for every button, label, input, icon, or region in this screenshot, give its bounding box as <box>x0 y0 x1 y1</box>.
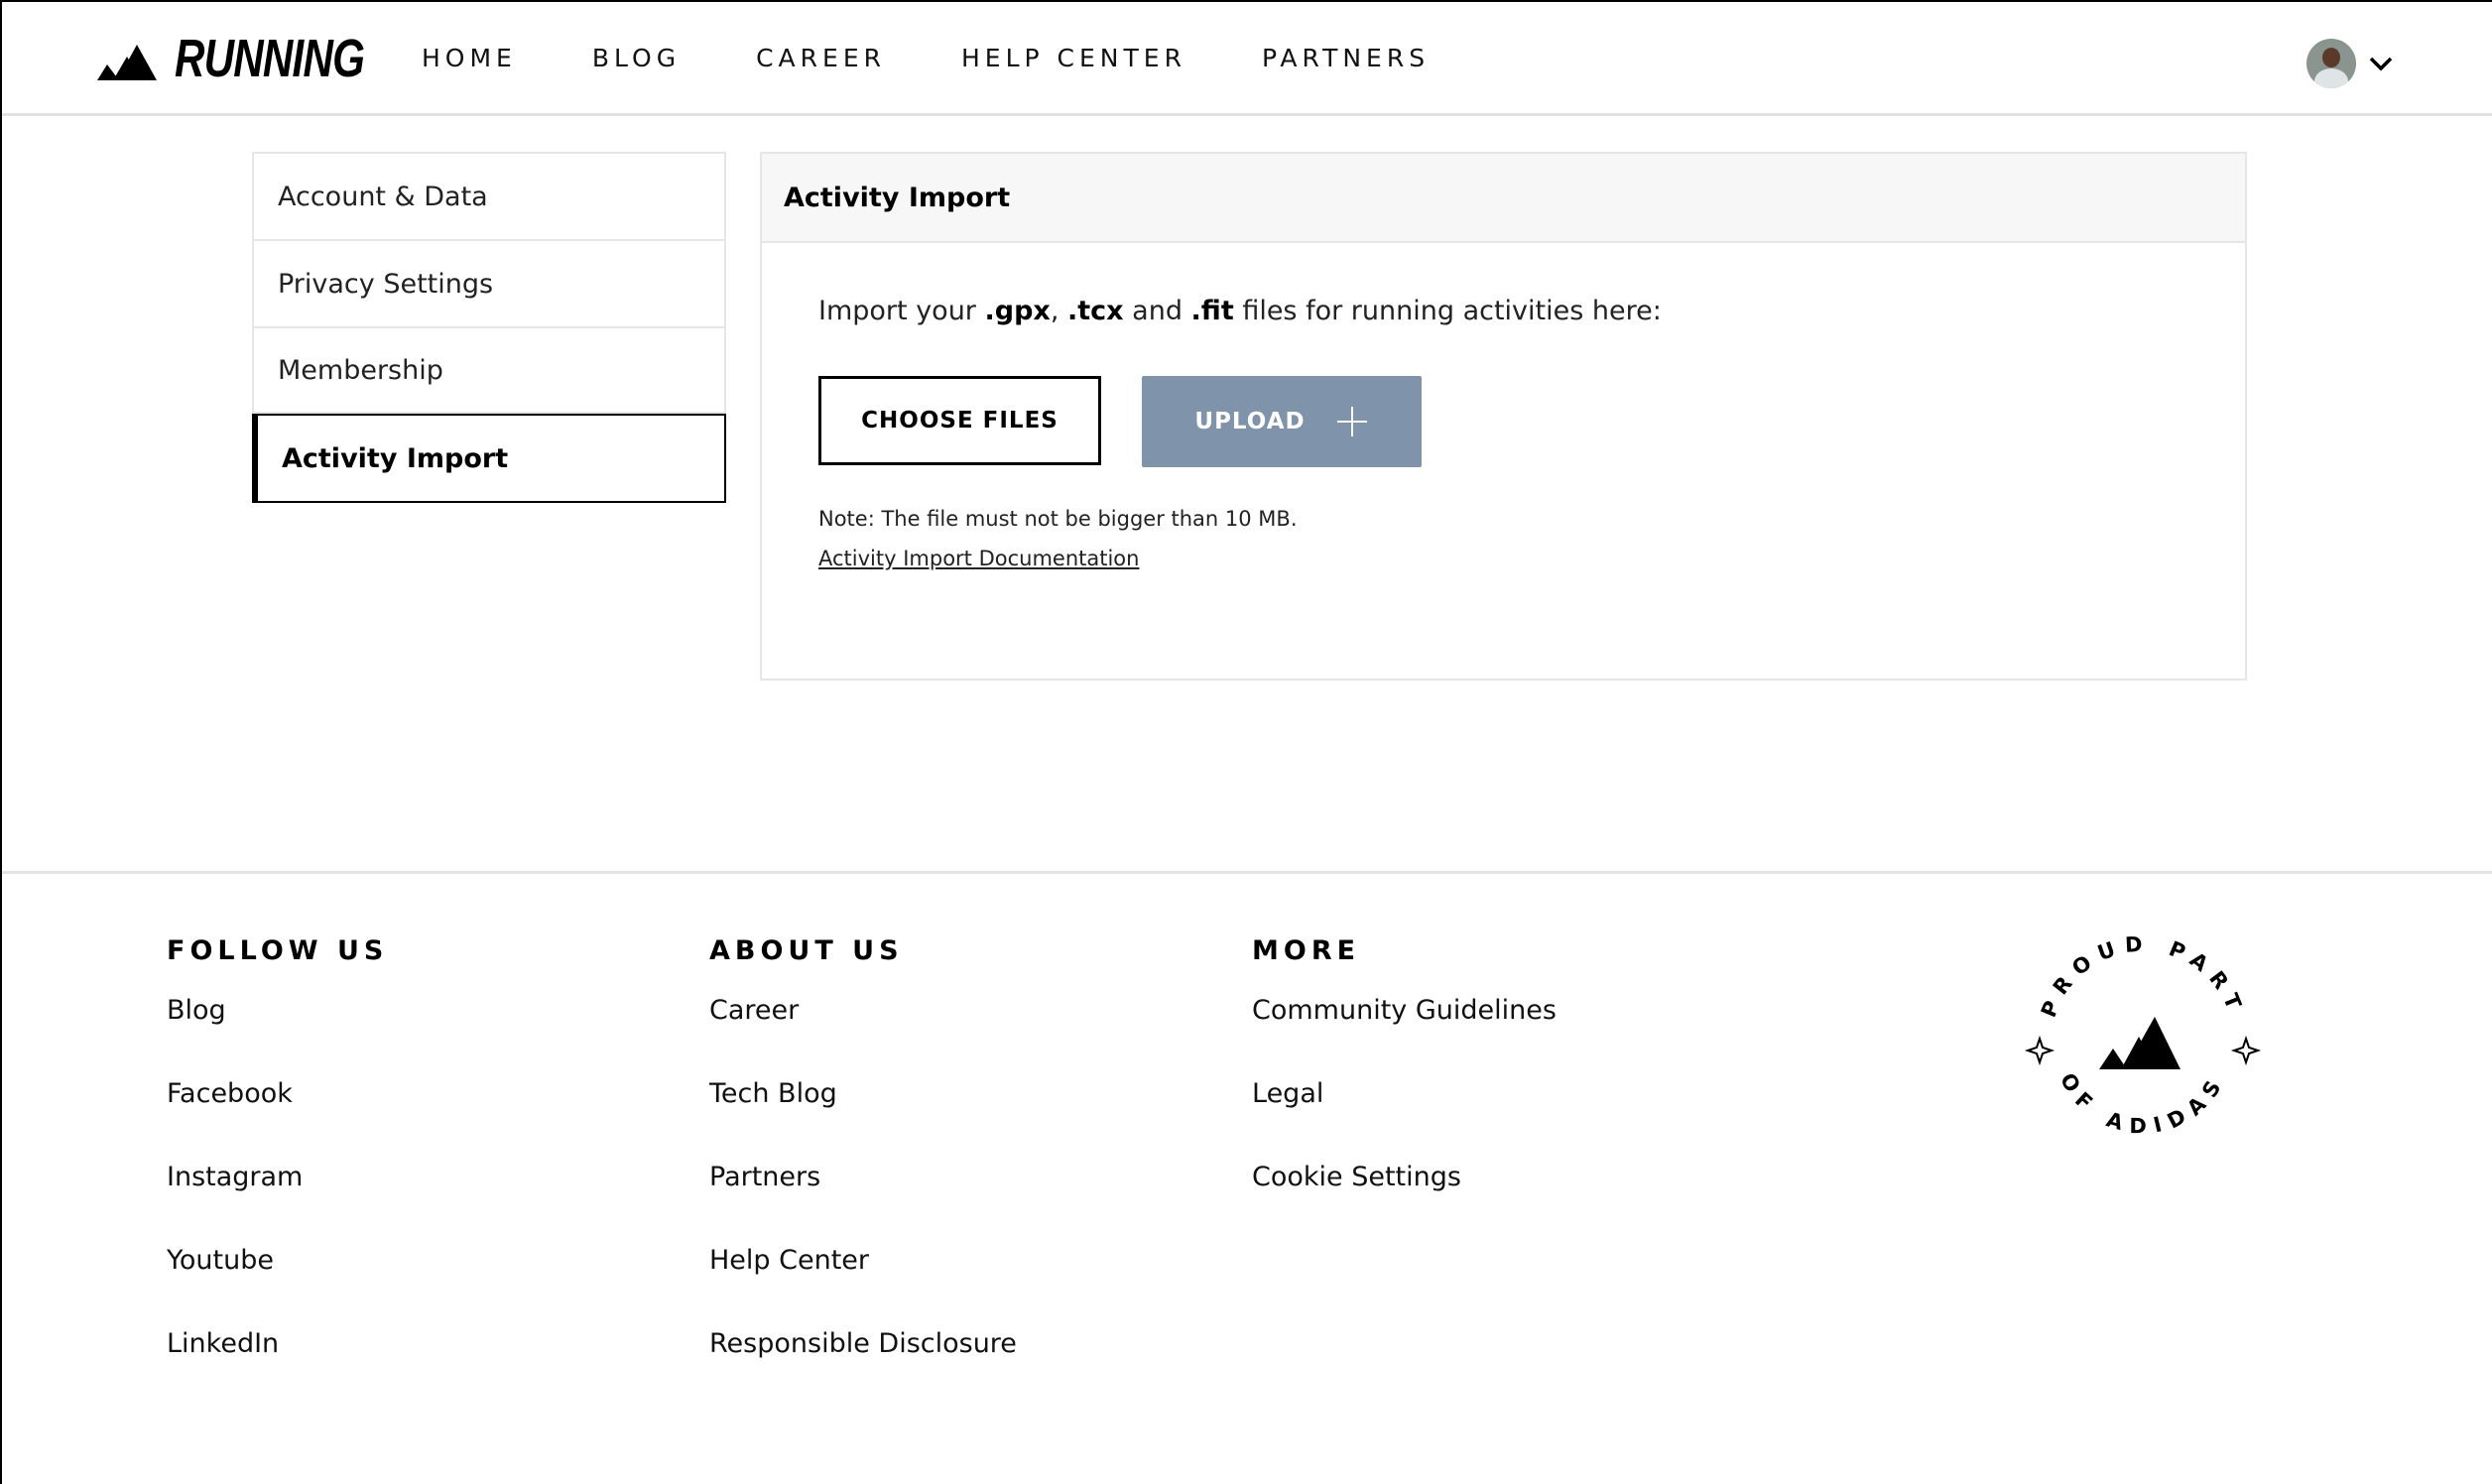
adidas-logo-icon <box>97 45 157 80</box>
nav-career[interactable]: CAREER <box>756 44 886 73</box>
footer-link-linkedin[interactable]: LinkedIn <box>167 1328 388 1412</box>
choose-files-button[interactable]: CHOOSE FILES <box>818 376 1101 465</box>
nav-blog[interactable]: BLOG <box>592 44 681 73</box>
sidebar-item-label: Privacy Settings <box>278 268 494 300</box>
badge-sparkle-left <box>2024 1035 2056 1066</box>
running-logo[interactable]: RUNNING <box>97 32 418 85</box>
page: RUNNING HOME BLOG CAREER HELP CENTER PAR… <box>0 0 2492 1484</box>
badge-top-text: PROUD PART <box>2037 931 2240 1020</box>
chevron-down-icon[interactable] <box>2368 51 2394 76</box>
footer-link-cookie-settings[interactable]: Cookie Settings <box>1252 1162 1557 1245</box>
adidas-badge-icon: PROUD PART OF ADIDAS <box>2024 931 2262 1139</box>
avatar-body <box>2314 68 2348 88</box>
logo-text: RUNNING <box>175 29 365 88</box>
sidebar-item-privacy-settings[interactable]: Privacy Settings <box>252 239 726 326</box>
badge-sparkle-right <box>2230 1035 2262 1066</box>
footer-link-legal[interactable]: Legal <box>1252 1078 1557 1162</box>
footer-link-partners[interactable]: Partners <box>709 1162 1017 1245</box>
intro-sep1: , <box>1050 296 1067 326</box>
footer-link-tech-blog[interactable]: Tech Blog <box>709 1078 1017 1162</box>
footer-more: MORE Community Guidelines Legal Cookie S… <box>1252 935 1557 1245</box>
sidebar-item-label: Membership <box>278 354 443 386</box>
footer-heading: FOLLOW US <box>167 935 389 966</box>
badge-adidas-stripes <box>2099 1017 2180 1069</box>
user-menu[interactable] <box>2306 39 2394 88</box>
settings-sidebar: Account & Data Privacy Settings Membersh… <box>252 152 726 503</box>
intro-post: files for running activities here: <box>1233 296 1662 326</box>
choose-files-label: CHOOSE FILES <box>861 408 1059 433</box>
nav-home[interactable]: HOME <box>422 44 517 73</box>
footer-link-youtube[interactable]: Youtube <box>167 1245 388 1328</box>
intro-pre: Import your <box>818 296 985 326</box>
sidebar-item-account-data[interactable]: Account & Data <box>252 152 726 239</box>
avatar[interactable] <box>2306 39 2356 88</box>
intro-sep2: and <box>1123 296 1191 326</box>
plus-icon <box>1336 407 1367 436</box>
upload-label: UPLOAD <box>1194 409 1306 434</box>
avatar-head <box>2322 48 2340 67</box>
main-nav: HOME BLOG CAREER HELP CENTER PARTNERS <box>422 44 1505 73</box>
footer-link-instagram[interactable]: Instagram <box>167 1162 388 1245</box>
sidebar-item-activity-import[interactable]: Activity Import <box>252 414 726 503</box>
activity-import-documentation-link[interactable]: Activity Import Documentation <box>818 547 1139 570</box>
nav-help-center[interactable]: HELP CENTER <box>961 44 1186 73</box>
sidebar-item-label: Account & Data <box>278 181 488 212</box>
activity-import-panel: Activity Import Import your .gpx, .tcx a… <box>760 152 2247 680</box>
file-size-note: Note: The file must not be bigger than 1… <box>818 507 1298 531</box>
svg-text:OF ADIDAS: OF ADIDAS <box>2056 1069 2230 1139</box>
ext-gpx: .gpx <box>984 296 1051 326</box>
footer-link-responsible-disclosure[interactable]: Responsible Disclosure <box>709 1328 1017 1412</box>
import-instructions: Import your .gpx, .tcx and .fit files fo… <box>818 296 1662 326</box>
top-navigation-bar: RUNNING HOME BLOG CAREER HELP CENTER PAR… <box>2 2 2492 116</box>
svg-text:PROUD PART: PROUD PART <box>2037 931 2249 1020</box>
sidebar-item-membership[interactable]: Membership <box>252 326 726 414</box>
footer-link-facebook[interactable]: Facebook <box>167 1078 388 1162</box>
footer: FOLLOW US Blog Facebook Instagram Youtub… <box>2 871 2492 1484</box>
upload-button[interactable]: UPLOAD <box>1142 376 1422 467</box>
sidebar-item-label: Activity Import <box>282 442 509 474</box>
ext-fit: .fit <box>1190 296 1234 326</box>
panel-title: Activity Import <box>762 154 2245 243</box>
footer-link-help-center[interactable]: Help Center <box>709 1245 1017 1328</box>
ext-tcx: .tcx <box>1066 296 1124 326</box>
badge-bottom-text: OF ADIDAS <box>2056 1069 2221 1139</box>
footer-about-us: ABOUT US Career Tech Blog Partners Help … <box>709 935 1017 1412</box>
footer-link-career[interactable]: Career <box>709 995 1017 1078</box>
nav-partners[interactable]: PARTNERS <box>1262 44 1430 73</box>
footer-link-community-guidelines[interactable]: Community Guidelines <box>1252 995 1557 1078</box>
footer-link-blog[interactable]: Blog <box>167 995 388 1078</box>
footer-follow-us: FOLLOW US Blog Facebook Instagram Youtub… <box>167 935 388 1412</box>
footer-heading: MORE <box>1252 935 1361 966</box>
footer-heading: ABOUT US <box>709 935 904 966</box>
